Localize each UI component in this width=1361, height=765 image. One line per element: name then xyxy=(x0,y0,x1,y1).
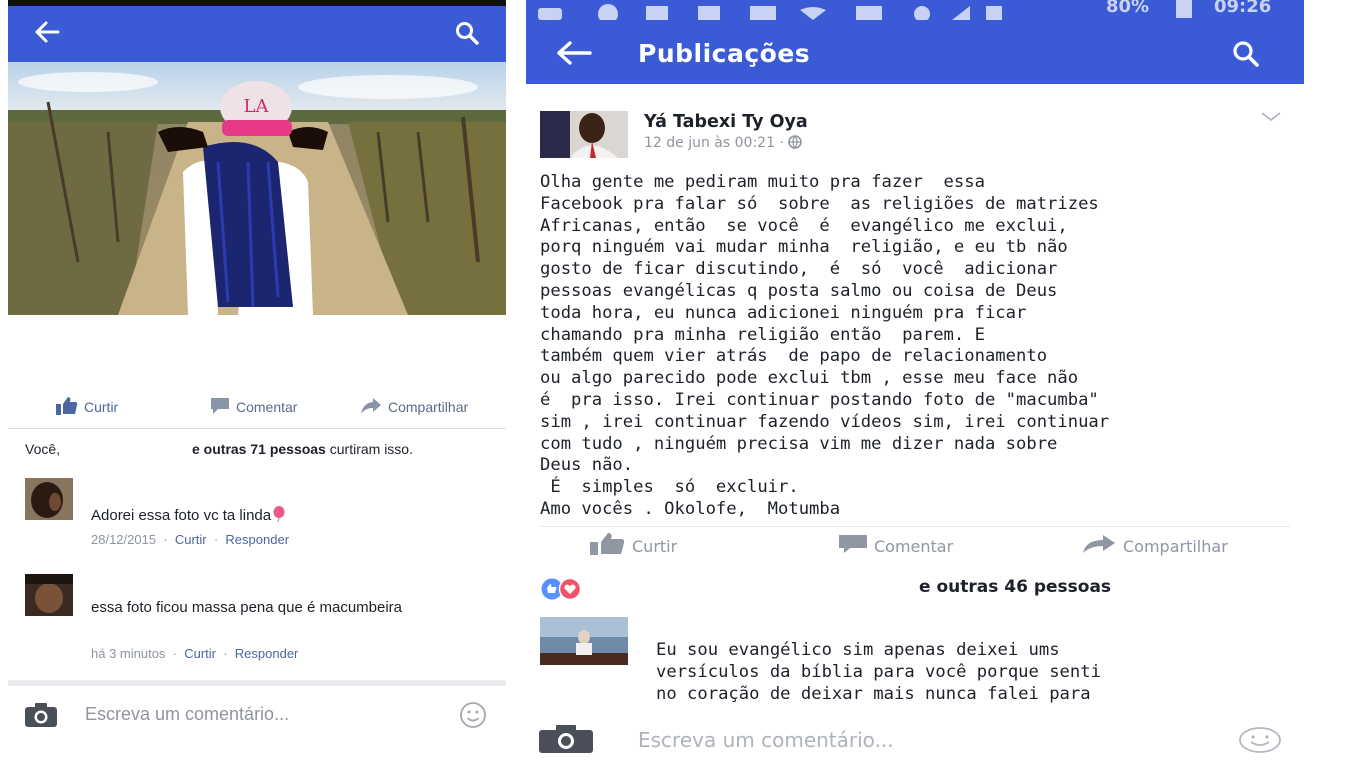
comment-text: Eu sou evangélico sim apenas deixei ums … xyxy=(656,640,1101,704)
comment-like-link[interactable]: Curtir xyxy=(184,646,216,661)
chevron-down-icon[interactable] xyxy=(1260,108,1282,127)
post-photo-image: LA xyxy=(8,62,506,315)
divider xyxy=(8,428,506,429)
battery-percent: 80% xyxy=(1106,0,1150,17)
share-button[interactable]: Compartilhar xyxy=(1081,534,1228,558)
divider xyxy=(540,526,1290,527)
comment-text: Adorei essa foto vc ta linda xyxy=(91,506,285,524)
back-arrow-icon[interactable] xyxy=(556,40,592,70)
comment-reply-link[interactable]: Responder xyxy=(225,532,289,547)
comment-button[interactable]: Comentar xyxy=(210,397,297,418)
thumbs-up-icon xyxy=(590,533,626,559)
likes-summary-suffix: curtiram isso. xyxy=(325,441,413,457)
right-screenshot: 80% 09:26 Publicações Yá Tabexi Ty Oya 1… xyxy=(526,0,1304,765)
comment-text: essa foto ficou massa pena que é macumbe… xyxy=(91,599,403,616)
comment-input[interactable]: Escreva um comentário... xyxy=(638,728,894,752)
page-title: Publicações xyxy=(638,39,811,68)
post-text: Olha gente me pediram muito pra fazer es… xyxy=(540,172,1110,519)
clock: 09:26 xyxy=(1214,0,1272,17)
comment-meta: há 3 minutos · Curtir · Responder xyxy=(91,646,299,661)
comment-date: há 3 minutos xyxy=(91,646,166,661)
share-label: Compartilhar xyxy=(1123,536,1228,556)
svg-text:LA: LA xyxy=(244,96,270,117)
share-icon xyxy=(1081,534,1117,558)
avatar[interactable] xyxy=(540,111,628,158)
app-bar xyxy=(8,6,506,62)
comment-icon xyxy=(210,397,230,418)
comment-label: Comentar xyxy=(874,536,954,556)
like-button[interactable]: Curtir xyxy=(590,533,677,559)
comment-input[interactable]: Escreva um comentário... xyxy=(85,704,289,725)
app-bar: Publicações xyxy=(526,20,1304,84)
comment-label: Comentar xyxy=(236,399,298,415)
battery-icon xyxy=(1176,0,1192,18)
back-arrow-icon[interactable] xyxy=(34,20,60,49)
camera-icon[interactable] xyxy=(538,724,594,758)
post-author[interactable]: Yá Tabexi Ty Oya xyxy=(644,112,808,132)
reaction-icons[interactable] xyxy=(540,577,612,604)
status-bar: 80% 09:26 xyxy=(526,0,1304,20)
likes-summary[interactable]: e outras 46 pessoas xyxy=(919,577,1111,597)
share-icon xyxy=(360,397,382,418)
avatar[interactable] xyxy=(25,478,73,520)
search-icon[interactable] xyxy=(455,21,479,49)
post-photo[interactable]: LA xyxy=(8,62,506,315)
like-label: Curtir xyxy=(632,536,678,556)
search-icon[interactable] xyxy=(1232,40,1260,72)
likes-summary-others: e outras 71 pessoas xyxy=(192,441,326,457)
emoji-icon[interactable] xyxy=(1238,726,1282,758)
likes-summary[interactable]: e outras 71 pessoas curtiram isso. xyxy=(192,441,413,457)
thumbs-up-icon xyxy=(56,396,78,418)
share-button[interactable]: Compartilhar xyxy=(360,397,468,418)
comment-like-link[interactable]: Curtir xyxy=(175,532,207,547)
notification-icons xyxy=(538,4,1002,20)
like-label: Curtir xyxy=(84,399,119,415)
like-button[interactable]: Curtir xyxy=(56,396,119,418)
emoji-icon[interactable] xyxy=(459,701,487,733)
avatar[interactable] xyxy=(540,617,628,665)
comment-input-bar: Escreva um comentário... xyxy=(526,706,1304,765)
divider xyxy=(8,680,506,686)
comment-meta: 28/12/2015 · Curtir · Responder xyxy=(91,532,290,547)
comment-date: 28/12/2015 xyxy=(91,532,157,547)
comment-reply-link[interactable]: Responder xyxy=(235,646,299,661)
globe-icon xyxy=(788,135,803,153)
share-label: Compartilhar xyxy=(388,399,469,415)
left-screenshot: LA Curtir Comentar Compartilhar Você, e … xyxy=(8,0,506,765)
camera-icon[interactable] xyxy=(24,702,58,732)
likes-summary-you[interactable]: Você, xyxy=(25,441,60,457)
post-timestamp: 12 de jun às 00:21 · xyxy=(644,135,803,153)
comment-icon xyxy=(838,534,868,558)
reactions-bar: Curtir Comentar Compartilhar xyxy=(526,532,1304,560)
avatar[interactable] xyxy=(25,574,73,616)
comment-button[interactable]: Comentar xyxy=(838,534,953,558)
reactions-bar: Curtir Comentar Compartilhar xyxy=(8,395,506,419)
balloon-emoji-icon xyxy=(273,506,285,523)
